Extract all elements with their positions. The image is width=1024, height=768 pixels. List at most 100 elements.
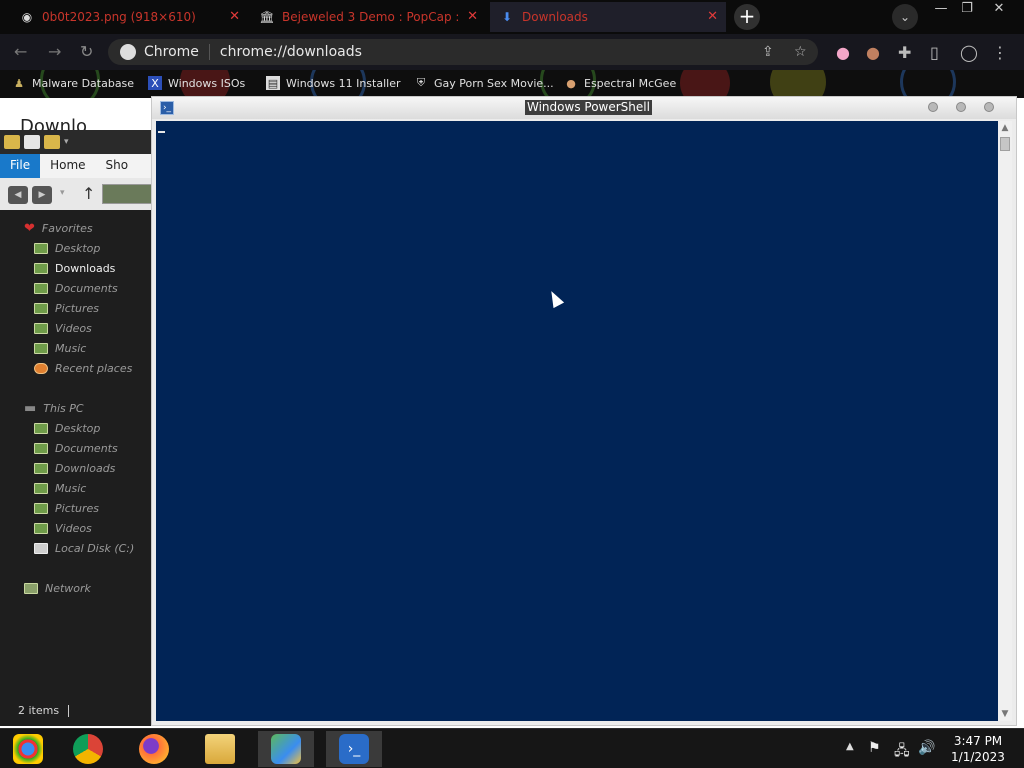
clock[interactable]: 3:47 PM 1/1/2023 bbox=[942, 733, 1014, 765]
extensions-puzzle-icon[interactable]: ✚ bbox=[898, 43, 911, 62]
nav-label: Music bbox=[55, 481, 87, 495]
minimize-icon[interactable] bbox=[928, 102, 938, 112]
bookmark-label: Malware Database bbox=[32, 76, 135, 90]
nav-item-pc-desktop[interactable]: Desktop bbox=[0, 418, 152, 438]
address-bar[interactable]: Chrome chrome://downloads bbox=[108, 39, 818, 65]
address-path[interactable] bbox=[102, 184, 152, 204]
side-panel-icon[interactable]: ▯ bbox=[930, 43, 939, 62]
nav-item-desktop[interactable]: Desktop bbox=[0, 238, 152, 258]
nav-item-pc-pictures[interactable]: Pictures bbox=[0, 498, 152, 518]
scroll-down-icon[interactable]: ▼ bbox=[998, 707, 1012, 721]
menu-kebab-icon[interactable]: ⋮ bbox=[992, 43, 1008, 62]
x-logo-icon: X bbox=[148, 76, 162, 90]
bookmark-star-icon[interactable]: ☆ bbox=[794, 44, 807, 60]
nav-item-pc-documents[interactable]: Documents bbox=[0, 438, 152, 458]
ribbon-tab-file[interactable]: File bbox=[0, 154, 41, 178]
vertical-scrollbar[interactable]: ▲ ▼ bbox=[998, 121, 1012, 721]
bookmark-espectral-mcgee[interactable]: ● Espectral McGee bbox=[564, 76, 676, 90]
extension-avatar-icon[interactable]: ● bbox=[866, 43, 880, 62]
nav-item-music[interactable]: Music bbox=[0, 338, 152, 358]
nav-label: Desktop bbox=[55, 241, 101, 255]
powershell-titlebar[interactable]: ›_ Windows PowerShell bbox=[152, 97, 1016, 119]
close-icon[interactable]: ✕ bbox=[229, 9, 240, 24]
powershell-icon[interactable]: ›_ bbox=[160, 101, 174, 115]
show-hidden-icons-icon[interactable]: ▲ bbox=[846, 741, 854, 752]
quick-access-toolbar: ▾ bbox=[0, 130, 152, 154]
taskbar-powershell[interactable]: ›_ bbox=[326, 731, 382, 767]
ribbon-tab-share[interactable]: Sho bbox=[96, 154, 139, 178]
share-icon[interactable]: ⇪ bbox=[762, 44, 774, 60]
volume-icon[interactable]: 🔊 bbox=[918, 740, 935, 756]
figure-icon: ♟ bbox=[14, 76, 24, 90]
nav-label: Videos bbox=[55, 521, 92, 535]
nav-item-pc-music[interactable]: Music bbox=[0, 478, 152, 498]
nav-item-local-disk[interactable]: Local Disk (C:) bbox=[0, 538, 152, 558]
back-icon[interactable]: ← bbox=[14, 42, 27, 61]
back-arrow-icon[interactable]: ◀ bbox=[8, 186, 28, 204]
bookmark-gay-porn-sex-movie[interactable]: ⛨ Gay Porn Sex Movie... bbox=[414, 76, 554, 90]
bookmark-label: Espectral McGee bbox=[584, 76, 677, 90]
recent-chevron-icon[interactable]: ▾ bbox=[60, 188, 65, 198]
restore-icon[interactable]: ❐ bbox=[952, 0, 982, 18]
customize-chevron-icon[interactable]: ▾ bbox=[64, 137, 69, 147]
nav-thispc-header[interactable]: ▬ This PC bbox=[0, 398, 152, 418]
ribbon-tab-home[interactable]: Home bbox=[40, 154, 95, 178]
taskbar-chrome[interactable] bbox=[60, 731, 116, 767]
folder-icon bbox=[34, 442, 48, 454]
taskbar: ›_ ▲ ⚑ 🖧 🔊 3:47 PM 1/1/2023 bbox=[0, 728, 1024, 768]
bookmark-label: Windows ISOs bbox=[168, 76, 246, 90]
close-icon[interactable]: ✕ bbox=[467, 9, 478, 24]
properties-icon[interactable] bbox=[24, 135, 40, 149]
taskbar-file-explorer[interactable] bbox=[192, 731, 248, 767]
close-window-icon[interactable]: ✕ bbox=[984, 0, 1014, 18]
nav-item-pictures[interactable]: Pictures bbox=[0, 298, 152, 318]
nav-favorites-header[interactable]: ❤ Favorites bbox=[0, 218, 152, 238]
start-orb-icon bbox=[13, 734, 43, 764]
bookmark-malware-database[interactable]: ♟ Malware Database bbox=[12, 76, 134, 90]
bookmark-windows-11-installer[interactable]: ▤ Windows 11 Installer bbox=[266, 76, 401, 90]
clock-date: 1/1/2023 bbox=[951, 750, 1005, 764]
up-arrow-icon[interactable]: ↑ bbox=[82, 184, 95, 203]
close-icon[interactable] bbox=[984, 102, 994, 112]
nav-item-documents[interactable]: Documents bbox=[0, 278, 152, 298]
start-button[interactable] bbox=[0, 731, 56, 767]
nav-item-videos[interactable]: Videos bbox=[0, 318, 152, 338]
tab-search-chevron-icon[interactable]: ⌄ bbox=[892, 4, 918, 30]
folder-icon[interactable] bbox=[4, 135, 20, 149]
folder-icon bbox=[34, 242, 48, 254]
clock-time: 3:47 PM bbox=[953, 734, 1003, 748]
nav-label: Videos bbox=[55, 321, 92, 335]
maximize-icon[interactable] bbox=[956, 102, 966, 112]
close-icon[interactable]: ✕ bbox=[707, 9, 718, 24]
taskbar-firefox[interactable] bbox=[126, 731, 182, 767]
taskbar-people[interactable] bbox=[258, 731, 314, 767]
avatar-icon: ● bbox=[566, 76, 576, 90]
scroll-thumb[interactable] bbox=[1000, 137, 1010, 151]
new-tab-button[interactable]: + bbox=[734, 4, 760, 30]
folder-icon bbox=[34, 502, 48, 514]
forward-icon[interactable]: → bbox=[48, 42, 61, 61]
tab-image[interactable]: ◉ 0b0t2023.png (918×610) ✕ bbox=[10, 2, 248, 32]
nav-item-recent-places[interactable]: Recent places bbox=[0, 358, 152, 378]
url-text[interactable]: chrome://downloads bbox=[210, 44, 362, 60]
action-center-flag-icon[interactable]: ⚑ bbox=[868, 740, 881, 756]
new-folder-icon[interactable] bbox=[44, 135, 60, 149]
extension-flag-icon[interactable]: ● bbox=[836, 43, 850, 62]
scroll-up-icon[interactable]: ▲ bbox=[998, 121, 1012, 135]
nav-item-pc-videos[interactable]: Videos bbox=[0, 518, 152, 538]
nav-label: Desktop bbox=[55, 421, 101, 435]
nav-label: Network bbox=[45, 581, 91, 595]
nav-label: Documents bbox=[55, 281, 118, 295]
tab-downloads[interactable]: ⬇ Downloads ✕ bbox=[490, 2, 726, 32]
tab-bejeweled[interactable]: 🏛 Bejeweled 3 Demo : PopCap : Free ✕ bbox=[250, 2, 486, 32]
nav-item-pc-downloads[interactable]: Downloads bbox=[0, 458, 152, 478]
bookmark-windows-isos[interactable]: X Windows ISOs bbox=[148, 76, 245, 90]
network-icon[interactable]: 🖧 bbox=[894, 740, 910, 764]
forward-arrow-icon[interactable]: ▶ bbox=[32, 186, 52, 204]
nav-item-downloads[interactable]: Downloads bbox=[0, 258, 152, 278]
profile-icon[interactable]: ◯ bbox=[960, 43, 978, 62]
site-chip[interactable]: Chrome bbox=[108, 44, 210, 60]
console-area[interactable] bbox=[156, 121, 998, 721]
nav-network-header[interactable]: Network bbox=[0, 578, 152, 598]
reload-icon[interactable]: ↻ bbox=[80, 42, 93, 61]
